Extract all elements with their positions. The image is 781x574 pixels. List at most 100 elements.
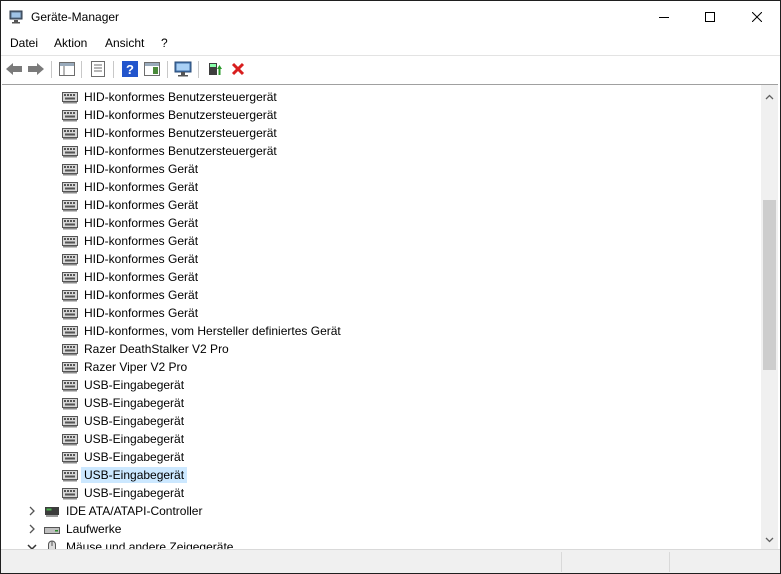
- tree-item[interactable]: HID-konformes Benutzersteuergerät: [2, 106, 742, 124]
- tree-item[interactable]: USB-Eingabegerät: [2, 466, 742, 484]
- close-icon: [752, 11, 762, 22]
- maximize-button[interactable]: [687, 1, 733, 32]
- tree-item[interactable]: HID-konformes Gerät: [2, 160, 742, 178]
- tree-item-label: HID-konformes Gerät: [84, 180, 199, 194]
- scroll-up-button[interactable]: [761, 88, 778, 105]
- chevron-right-icon[interactable]: [27, 505, 37, 517]
- tree-item-label: Razer DeathStalker V2 Pro: [84, 342, 229, 356]
- tree-item[interactable]: HID-konformes Gerät: [2, 178, 742, 196]
- chevron-right-icon[interactable]: [27, 523, 37, 535]
- hid-device-icon: [62, 254, 78, 266]
- close-button[interactable]: [734, 1, 780, 32]
- hid-device-icon: [62, 92, 78, 104]
- maximize-icon: [705, 11, 715, 22]
- tree-item[interactable]: USB-Eingabegerät: [2, 484, 742, 502]
- back-button[interactable]: [4, 59, 24, 79]
- chevron-down-icon[interactable]: [27, 541, 37, 549]
- tree-item[interactable]: USB-Eingabegerät: [2, 430, 742, 448]
- back-icon: [6, 63, 22, 75]
- tree-item[interactable]: Mäuse und andere Zeigegeräte: [2, 538, 742, 549]
- hid-device-icon: [62, 452, 78, 464]
- tree-item[interactable]: HID-konformes Gerät: [2, 196, 742, 214]
- hid-device-icon: [62, 416, 78, 428]
- hid-device-icon: [62, 200, 78, 212]
- hid-device-icon: [62, 272, 78, 284]
- menu-ansicht[interactable]: Ansicht: [105, 36, 144, 50]
- forward-button[interactable]: [26, 59, 46, 79]
- hid-device-icon: [62, 290, 78, 302]
- tree-item-label: HID-konformes Gerät: [84, 198, 199, 212]
- tree-item-label: HID-konformes Gerät: [84, 288, 199, 302]
- tree-item-label: HID-konformes Gerät: [84, 216, 199, 230]
- vertical-scrollbar[interactable]: [761, 84, 778, 549]
- tree-item[interactable]: HID-konformes Gerät: [2, 304, 742, 322]
- hid-device-icon: [62, 146, 78, 158]
- tree-item[interactable]: HID-konformes Gerät: [2, 214, 742, 232]
- tree-item-label: Razer Viper V2 Pro: [84, 360, 188, 374]
- tree-item[interactable]: HID-konformes Benutzersteuergerät: [2, 124, 742, 142]
- properties-button[interactable]: [88, 59, 108, 79]
- hid-device-icon: [62, 380, 78, 392]
- menu-datei[interactable]: Datei: [10, 36, 38, 50]
- minimize-button[interactable]: [641, 1, 687, 32]
- tree-item[interactable]: HID-konformes, vom Hersteller definierte…: [2, 322, 742, 340]
- tree-item-label: HID-konformes Benutzersteuergerät: [84, 144, 277, 158]
- forward-icon: [28, 63, 44, 75]
- tree-item[interactable]: USB-Eingabegerät: [2, 448, 742, 466]
- tree-item[interactable]: Laufwerke: [2, 520, 742, 538]
- title-bar[interactable]: Geräte-Manager: [1, 1, 780, 32]
- tree-item[interactable]: HID-konformes Benutzersteuergerät: [2, 88, 742, 106]
- tree-item[interactable]: HID-konformes Gerät: [2, 286, 742, 304]
- uninstall-icon: [231, 62, 245, 76]
- scroll-down-button[interactable]: [761, 531, 778, 548]
- tree-item-label: Mäuse und andere Zeigegeräte: [66, 540, 234, 549]
- tree-item[interactable]: HID-konformes Gerät: [2, 250, 742, 268]
- status-bar: [1, 549, 780, 573]
- action-pane-button[interactable]: [142, 59, 162, 79]
- hid-device-icon: [62, 164, 78, 176]
- help-icon: ?: [122, 61, 138, 77]
- update-driver-button[interactable]: [205, 59, 225, 79]
- disk-drive-icon: [44, 527, 60, 534]
- tree-item[interactable]: USB-Eingabegerät: [2, 376, 742, 394]
- tree-item-label: USB-Eingabegerät: [84, 450, 185, 464]
- hid-device-icon: [62, 110, 78, 122]
- hid-device-icon: [62, 182, 78, 194]
- uninstall-button[interactable]: [228, 59, 248, 79]
- tree-item-label: HID-konformes Benutzersteuergerät: [84, 90, 277, 104]
- tree-item-label: HID-konformes Benutzersteuergerät: [84, 126, 277, 140]
- tree-item[interactable]: HID-konformes Benutzersteuergerät: [2, 142, 742, 160]
- scrollbar-thumb[interactable]: [763, 200, 776, 370]
- scan-hardware-icon: [174, 61, 192, 77]
- tree-item-label: USB-Eingabegerät: [80, 467, 188, 483]
- device-tree[interactable]: HID-konformes Benutzersteuergerät HID-kon…: [2, 84, 761, 549]
- tree-item[interactable]: USB-Eingabegerät: [2, 394, 742, 412]
- tree-item-label: HID-konformes, vom Hersteller definierte…: [84, 324, 341, 338]
- tree-item-label: HID-konformes Gerät: [84, 270, 199, 284]
- tree-item-label: USB-Eingabegerät: [84, 414, 185, 428]
- device-manager-icon: [9, 10, 23, 24]
- tree-item-label: HID-konformes Benutzersteuergerät: [84, 108, 277, 122]
- menu-aktion[interactable]: Aktion: [54, 36, 87, 50]
- hid-device-icon: [62, 218, 78, 230]
- tree-item-label: USB-Eingabegerät: [84, 378, 185, 392]
- hid-device-icon: [62, 470, 78, 482]
- tree-item[interactable]: HID-konformes Gerät: [2, 232, 742, 250]
- hid-device-icon: [62, 398, 78, 410]
- tree-item[interactable]: HID-konformes Gerät: [2, 268, 742, 286]
- tree-item-label: HID-konformes Gerät: [84, 162, 199, 176]
- minimize-icon: [659, 16, 669, 18]
- tree-item-label: Laufwerke: [66, 522, 122, 536]
- help-button[interactable]: ?: [120, 59, 140, 79]
- menu-help[interactable]: ?: [161, 36, 168, 50]
- action-pane-icon: [144, 62, 160, 76]
- mouse-icon: [48, 540, 56, 549]
- tree-item[interactable]: Razer DeathStalker V2 Pro: [2, 340, 742, 358]
- tree-item[interactable]: USB-Eingabegerät: [2, 412, 742, 430]
- console-tree-button[interactable]: [57, 59, 77, 79]
- tree-item-label: HID-konformes Gerät: [84, 252, 199, 266]
- hid-device-icon: [62, 488, 78, 500]
- tree-item[interactable]: Razer Viper V2 Pro: [2, 358, 742, 376]
- scan-hardware-button[interactable]: [173, 59, 193, 79]
- tree-item[interactable]: IDE ATA/ATAPI-Controller: [2, 502, 742, 520]
